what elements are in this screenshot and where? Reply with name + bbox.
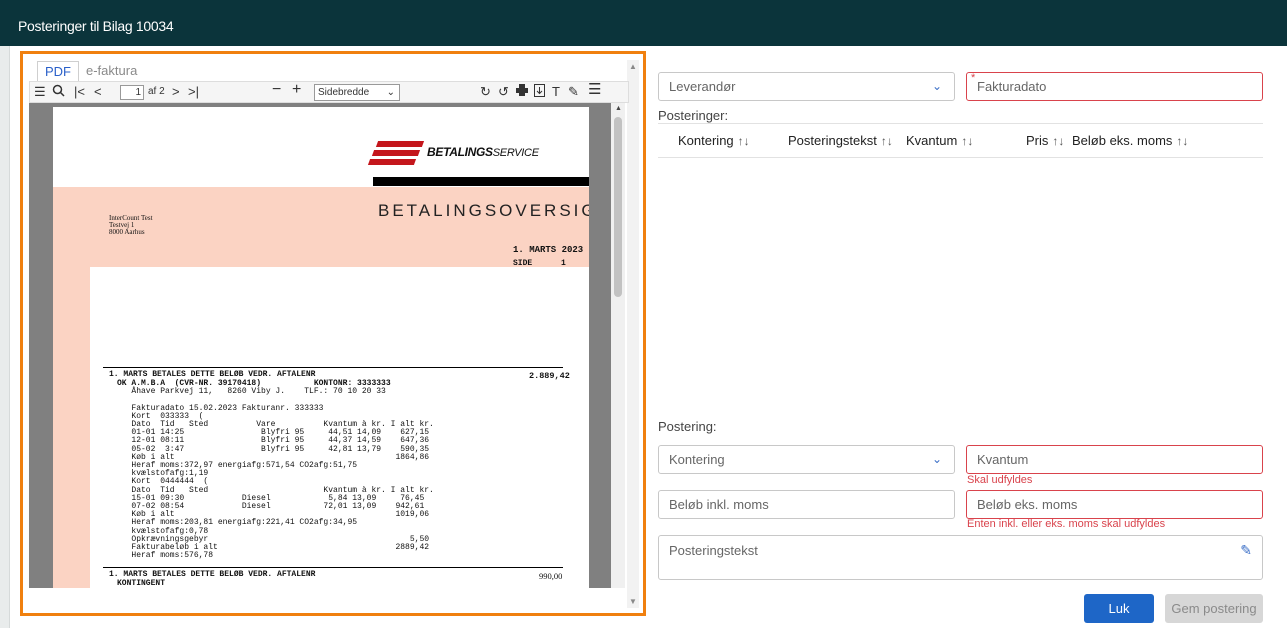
dialog-title: Posteringer til Bilag 10034 <box>18 18 174 34</box>
page-number-input[interactable]: 1 <box>120 85 144 100</box>
print-icon[interactable] <box>516 84 528 100</box>
rotate-cw-icon[interactable]: ↻ <box>480 84 491 100</box>
menu-icon[interactable]: ☰ <box>588 82 601 98</box>
kvantum-field[interactable]: Kvantum <box>966 445 1263 474</box>
scroll-down-icon[interactable]: ▼ <box>629 597 637 606</box>
tab-e-faktura[interactable]: e-faktura <box>79 61 144 81</box>
belob-eks-moms-field[interactable]: Beløb eks. moms <box>966 490 1263 519</box>
belob-eks-placeholder: Beløb eks. moms <box>977 497 1078 512</box>
logo-text: BETALINGSSERVICE <box>427 145 539 159</box>
statement-line: Heraf moms:576,78 <box>117 551 214 561</box>
block-amount: 990,00 <box>539 571 563 581</box>
address-block: InterCount Test Testvej 1 8000 Aarhus <box>109 215 153 236</box>
kontering-placeholder: Kontering <box>669 452 725 467</box>
postering-label: Postering: <box>658 419 717 434</box>
download-icon[interactable] <box>534 84 545 101</box>
page-count: af 2 <box>148 86 165 97</box>
leverandor-select[interactable]: Leverandør ⌄ <box>658 72 955 101</box>
fakturadato-placeholder: Fakturadato <box>977 79 1047 94</box>
page-scrollbar[interactable]: ▲ <box>611 103 625 588</box>
zoom-in-icon[interactable]: + <box>292 82 301 98</box>
table-header-divider <box>658 157 1263 158</box>
kvantum-placeholder: Kvantum <box>977 452 1029 467</box>
document-heading: BETALINGSOVERSIGT <box>378 201 589 220</box>
draw-icon[interactable]: ✎ <box>568 84 579 100</box>
last-page-icon[interactable]: >| <box>188 84 199 100</box>
table-divider <box>658 123 1263 124</box>
kontering-select[interactable]: Kontering ⌄ <box>658 445 955 474</box>
zoom-select[interactable]: Sidebredde ⌄ <box>314 84 400 101</box>
scrollbar-thumb[interactable] <box>614 117 622 297</box>
column-kvantum[interactable]: Kvantum ↑↓ <box>906 133 973 148</box>
first-page-icon[interactable]: |< <box>74 84 85 100</box>
logo-underline <box>373 177 589 186</box>
sort-icon[interactable]: ↑↓ <box>1176 134 1188 148</box>
zoom-out-icon[interactable]: − <box>272 82 281 98</box>
block-title: 1. MARTS BETALES DETTE BELØB VEDR. AFTAL… <box>109 370 316 379</box>
sidebar-toggle-icon[interactable]: ☰ <box>34 84 46 100</box>
viewer-tabs: PDF e-faktura <box>37 61 144 81</box>
next-page-icon[interactable]: > <box>172 84 180 100</box>
document-date: 1. MARTS 2023 <box>513 245 584 255</box>
block-amount: 2.889,42 <box>529 371 570 381</box>
logo-mark-bottom <box>367 159 417 165</box>
leverandor-placeholder: Leverandør <box>669 79 736 94</box>
column-posteringstekst[interactable]: Posteringstekst ↑↓ <box>788 133 893 148</box>
pdf-canvas[interactable]: BETALINGSSERVICE BETALINGSOVERSIGT Inter… <box>29 103 625 588</box>
address-line: 8000 Aarhus <box>109 228 145 236</box>
sort-icon[interactable]: ↑↓ <box>738 134 750 148</box>
rotate-ccw-icon[interactable]: ↺ <box>498 84 509 100</box>
block-title: 1. MARTS BETALES DETTE BELØB VEDR. AFTAL… <box>109 570 316 579</box>
section-rule <box>103 567 563 568</box>
block-subtitle: KONTINGENT <box>117 579 166 588</box>
panel-scrollbar[interactable]: ▲ ▼ <box>627 60 639 608</box>
zoom-select-value: Sidebredde <box>318 87 370 98</box>
pencil-icon[interactable]: ✎ <box>1240 542 1252 559</box>
sort-icon[interactable]: ↑↓ <box>881 134 893 148</box>
kvantum-error: Skal udfyldes <box>967 474 1033 486</box>
scroll-up-icon[interactable]: ▲ <box>629 62 637 71</box>
chevron-down-icon: ⌄ <box>931 79 942 93</box>
belob-error: Enten inkl. eller eks. moms skal udfylde… <box>967 518 1166 530</box>
save-posting-button[interactable]: Gem postering <box>1165 594 1263 623</box>
posteringstekst-placeholder: Posteringstekst <box>669 543 758 558</box>
page-indicator: SIDE 1 <box>513 259 566 268</box>
column-pris[interactable]: Pris ↑↓ <box>1026 133 1064 148</box>
dialog-header: Posteringer til Bilag 10034 <box>0 0 1287 46</box>
column-kontering[interactable]: Kontering ↑↓ <box>678 133 750 148</box>
prev-page-icon[interactable]: < <box>94 84 102 100</box>
section-rule <box>103 367 563 368</box>
background-edge <box>0 46 10 628</box>
statement-line: Åhave Parkvej 11, 8260 Viby J. TLF.: 70 … <box>117 387 386 397</box>
search-icon[interactable] <box>52 84 65 101</box>
posteringstekst-textarea[interactable]: Posteringstekst ✎ <box>658 535 1263 580</box>
tab-pdf[interactable]: PDF <box>37 61 79 81</box>
scroll-up-icon[interactable]: ▲ <box>615 105 622 112</box>
logo-mark <box>375 141 425 147</box>
text-icon[interactable]: T <box>552 84 560 100</box>
belob-inkl-placeholder: Beløb inkl. moms <box>669 497 769 512</box>
statement-lines: OK A.M.B.A (CVR-NR. 39170418) KONTONR: 3… <box>117 379 434 561</box>
sort-icon[interactable]: ↑↓ <box>1052 134 1064 148</box>
column-belob-eks-moms[interactable]: Beløb eks. moms ↑↓ <box>1072 133 1188 148</box>
sort-icon[interactable]: ↑↓ <box>961 134 973 148</box>
chevron-down-icon: ⌄ <box>931 452 942 466</box>
pdf-page: BETALINGSSERVICE BETALINGSOVERSIGT Inter… <box>53 107 589 588</box>
posteringer-label: Posteringer: <box>658 108 729 123</box>
required-marker: * <box>971 72 976 84</box>
close-button[interactable]: Luk <box>1084 594 1154 623</box>
logo-mark-lower <box>371 150 421 156</box>
chevron-down-icon: ⌄ <box>386 87 395 98</box>
document-viewer-panel: PDF e-faktura ▲ ▼ ☰ |< < 1 af 2 > >| − +… <box>20 51 646 616</box>
fakturadato-field[interactable]: * Fakturadato <box>966 72 1263 101</box>
belob-inkl-moms-field[interactable]: Beløb inkl. moms <box>658 490 955 519</box>
pdf-toolbar: ☰ |< < 1 af 2 > >| − + Sidebredde ⌄ ↻ ↺ … <box>29 81 629 103</box>
